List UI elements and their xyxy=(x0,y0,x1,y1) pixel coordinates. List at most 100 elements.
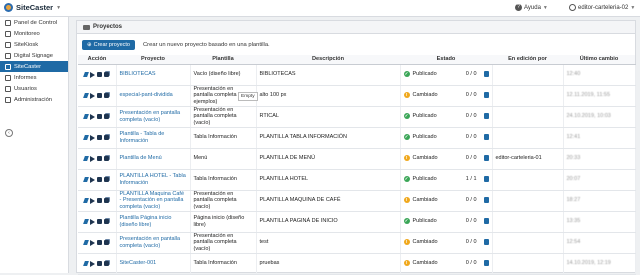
play-icon[interactable] xyxy=(90,134,96,141)
sidebar-item-2[interactable]: SiteKiosk xyxy=(0,39,68,50)
document-icon[interactable] xyxy=(483,176,489,183)
help-menu[interactable]: ? Ayuda ▼ xyxy=(515,4,548,11)
status-count: 0 / 0 xyxy=(465,71,477,78)
project-link[interactable]: Plantilla de Menú xyxy=(120,155,162,161)
column-header[interactable]: Acción xyxy=(78,55,116,65)
delete-icon[interactable] xyxy=(97,240,103,245)
delete-icon[interactable] xyxy=(97,261,103,266)
table-row[interactable]: especial-pant-dividida Presentación en pa… xyxy=(78,85,636,107)
column-header[interactable]: Plantilla xyxy=(190,55,256,65)
table-row[interactable]: Presentación en pantalla completa (vacío… xyxy=(78,106,636,128)
play-icon[interactable] xyxy=(90,71,96,78)
column-header[interactable]: Proyecto xyxy=(116,55,190,65)
copy-icon[interactable] xyxy=(104,156,110,161)
sidebar-item-6[interactable]: Usuarios xyxy=(0,83,68,94)
status-text: Cambiado xyxy=(412,155,438,162)
description-cell: alto 100 px xyxy=(256,85,401,107)
copy-icon[interactable] xyxy=(104,261,110,266)
edit-icon[interactable] xyxy=(83,261,90,266)
play-icon[interactable] xyxy=(90,92,96,99)
project-link[interactable]: Presentación en pantalla completa (vacío… xyxy=(120,110,181,122)
play-icon[interactable] xyxy=(90,239,96,246)
copy-icon[interactable] xyxy=(104,219,110,224)
status-indicator-icon: ✓ xyxy=(403,113,410,120)
sidebar-item-3[interactable]: Digital Signage xyxy=(0,50,68,61)
table-row[interactable]: PLANTILLA Maquina Café - Presentación en… xyxy=(78,190,636,212)
sidebar-item-7[interactable]: Administración xyxy=(0,94,68,105)
table-row[interactable]: Plantilla Página inicio (diseño libre) Pá… xyxy=(78,211,636,233)
column-header[interactable]: Último cambio xyxy=(563,55,635,65)
sidebar-item-5[interactable]: Informes xyxy=(0,72,68,83)
play-icon[interactable] xyxy=(90,155,96,162)
document-icon[interactable] xyxy=(483,155,489,162)
edit-icon[interactable] xyxy=(83,93,90,98)
document-icon[interactable] xyxy=(483,218,489,225)
column-header[interactable]: Descripción xyxy=(256,55,400,65)
project-link[interactable]: PLANTILLA HOTEL - Tabla Información xyxy=(120,173,186,185)
project-link[interactable]: Plantilla Página inicio (diseño libre) xyxy=(120,215,172,227)
document-icon[interactable] xyxy=(483,260,489,267)
create-project-button[interactable]: ⊕ Crear proyecto xyxy=(82,39,135,50)
help-label: Ayuda xyxy=(524,4,541,11)
delete-icon[interactable] xyxy=(97,135,103,140)
edit-icon[interactable] xyxy=(83,240,90,245)
copy-icon[interactable] xyxy=(104,177,110,182)
user-menu[interactable]: editor-carteleria-02 ▼ xyxy=(569,4,635,11)
document-icon[interactable] xyxy=(483,113,489,120)
delete-icon[interactable] xyxy=(97,198,103,203)
play-icon[interactable] xyxy=(90,260,96,267)
document-icon[interactable] xyxy=(483,134,489,141)
app-brand[interactable]: SiteCaster ▼ xyxy=(4,3,61,12)
column-header[interactable]: Estado xyxy=(400,55,492,65)
project-link[interactable]: especial-pant-dividida xyxy=(120,92,173,98)
copy-icon[interactable] xyxy=(104,93,110,98)
play-icon[interactable] xyxy=(90,113,96,120)
document-icon[interactable] xyxy=(483,71,489,78)
action-cell xyxy=(78,232,117,254)
project-link[interactable]: Presentación en pantalla completa (vacío… xyxy=(120,236,181,248)
document-icon[interactable] xyxy=(483,239,489,246)
project-link[interactable]: PLANTILLA Maquina Café - Presentación en… xyxy=(120,191,185,210)
edit-icon[interactable] xyxy=(83,219,90,224)
copy-icon[interactable] xyxy=(104,198,110,203)
table-row[interactable]: Presentación en pantalla completa (vacío… xyxy=(78,232,636,254)
collapse-sidebar-icon[interactable]: ‹ xyxy=(5,129,13,137)
delete-icon[interactable] xyxy=(97,156,103,161)
sidebar-item-0[interactable]: Panel de Control xyxy=(0,17,68,28)
play-icon[interactable] xyxy=(90,176,96,183)
edit-icon[interactable] xyxy=(83,198,90,203)
project-link[interactable]: SiteCaster-001 xyxy=(120,260,157,266)
edit-icon[interactable] xyxy=(83,72,90,77)
delete-icon[interactable] xyxy=(97,114,103,119)
sidebar-item-1[interactable]: Monitoreo xyxy=(0,28,68,39)
edit-icon[interactable] xyxy=(83,114,90,119)
copy-icon[interactable] xyxy=(104,240,110,245)
last-change-cell: 24.10.2019, 10:03 xyxy=(563,106,636,128)
delete-icon[interactable] xyxy=(97,72,103,77)
project-link[interactable]: BIBLIOTECAS xyxy=(120,71,156,77)
copy-icon[interactable] xyxy=(104,114,110,119)
copy-icon[interactable] xyxy=(104,135,110,140)
edit-icon[interactable] xyxy=(83,156,90,161)
delete-icon[interactable] xyxy=(97,219,103,224)
status-cell: ✓ Publicado 0 / 0 xyxy=(400,127,493,149)
copy-icon[interactable] xyxy=(104,72,110,77)
table-row[interactable]: PLANTILLA HOTEL - Tabla Información Tabla… xyxy=(78,169,636,191)
sidebar-item-4[interactable]: SiteCaster xyxy=(0,61,68,72)
table-row[interactable]: Plantilla de Menú Menú PLANTILLA DE MENÚ! C… xyxy=(78,148,636,170)
table-row[interactable]: BIBLIOTECAS Vacío (diseño libre) BIBLIOTEC… xyxy=(78,64,636,86)
table-row[interactable]: SiteCaster-001 Tabla Información pruebas! C… xyxy=(78,253,636,275)
project-link[interactable]: Plantilla - Tabla de Información xyxy=(120,131,165,143)
template-cell: Vacío (diseño libre) xyxy=(190,64,257,86)
document-icon[interactable] xyxy=(483,197,489,204)
document-icon[interactable] xyxy=(483,92,489,99)
delete-icon[interactable] xyxy=(97,177,103,182)
edit-icon[interactable] xyxy=(83,135,90,140)
column-header[interactable]: En edición por xyxy=(492,55,563,65)
delete-icon[interactable] xyxy=(97,93,103,98)
table-row[interactable]: Plantilla - Tabla de Información Tabla In… xyxy=(78,127,636,149)
edit-icon[interactable] xyxy=(83,177,90,182)
project-cell: Plantilla Página inicio (diseño libre) xyxy=(116,211,191,233)
play-icon[interactable] xyxy=(90,218,96,225)
play-icon[interactable] xyxy=(90,197,96,204)
